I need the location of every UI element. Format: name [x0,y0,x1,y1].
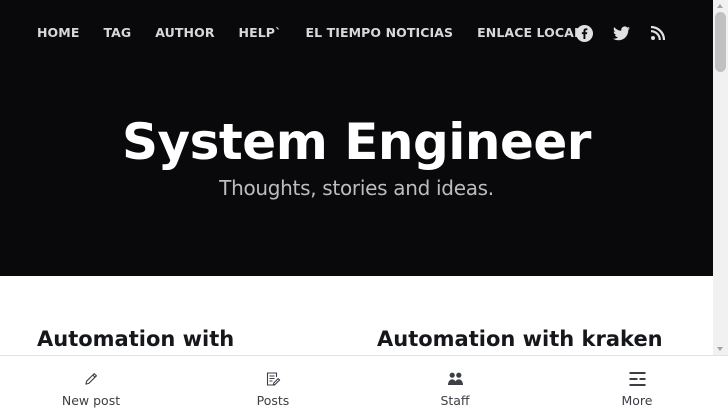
post-card-title[interactable]: Automation with kraken [377,325,663,353]
site-description: Thoughts, stories and ideas. [219,176,494,200]
tab-posts[interactable]: Posts [182,356,364,418]
main-navigation: HOME TAG AUTHOR HELP` EL TIEMPO NOTICIAS… [37,24,606,42]
pencil-icon [82,370,100,388]
facebook-icon[interactable] [575,24,593,42]
tab-label: New post [61,393,121,408]
nav-item-enlace-local[interactable]: ENLACE LOCAL [477,24,582,42]
post-card-title[interactable]: Automation with [37,325,234,353]
users-icon [446,370,464,388]
tab-label: Posts [256,393,290,408]
nav-item-home[interactable]: HOME [37,24,79,42]
nav-item-tag[interactable]: TAG [103,24,131,42]
tab-label: More [621,393,653,408]
rss-icon[interactable] [649,24,667,42]
tab-staff[interactable]: Staff [364,356,546,418]
scroll-thumb[interactable] [715,12,726,72]
tab-new-post[interactable]: New post [0,356,182,418]
tab-label: Staff [440,393,470,408]
bottom-tab-bar: New post Posts Staff More [0,355,728,418]
social-links [575,24,686,42]
twitter-icon[interactable] [612,24,630,42]
nav-item-author[interactable]: AUTHOR [155,24,214,42]
nav-item-help[interactable]: HELP` [239,24,282,42]
vertical-scrollbar[interactable] [713,0,728,355]
site-title: System Engineer [122,113,591,171]
tab-more[interactable]: More [546,356,728,418]
site-header: HOME TAG AUTHOR HELP` EL TIEMPO NOTICIAS… [0,0,713,276]
nav-item-el-tiempo-noticias[interactable]: EL TIEMPO NOTICIAS [305,24,453,42]
document-edit-icon [264,370,282,388]
scroll-down-arrow[interactable] [717,347,723,351]
scroll-up-arrow[interactable] [717,4,723,8]
menu-icon [628,370,646,388]
